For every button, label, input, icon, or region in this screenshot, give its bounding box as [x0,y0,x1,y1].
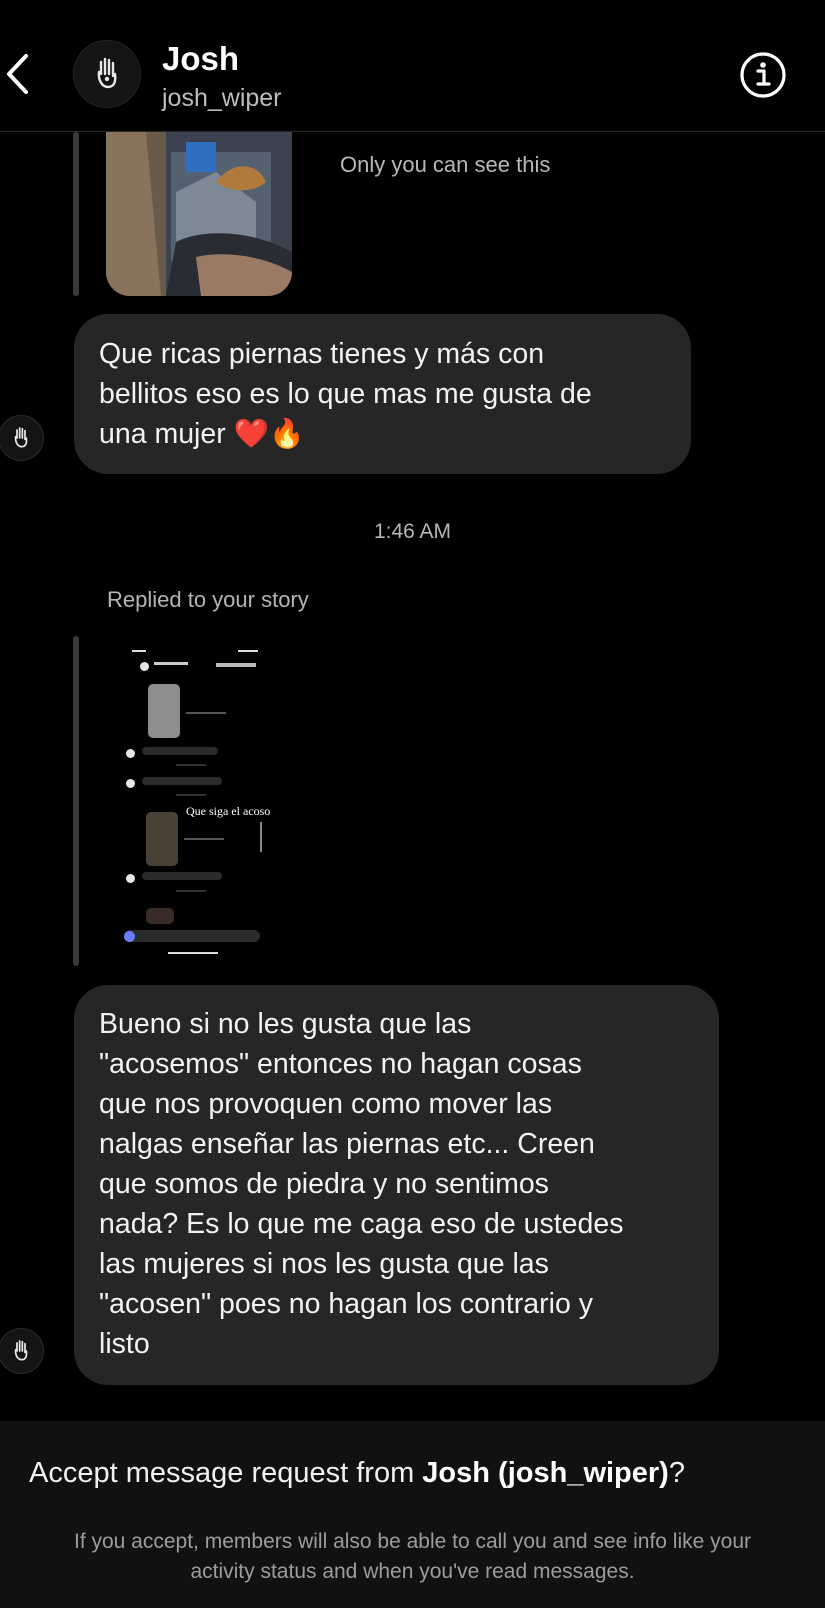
mini-status-bar [132,650,146,652]
mini-dot [126,779,135,788]
sender-avatar[interactable] [0,1328,44,1374]
contact-name[interactable]: Josh [162,40,239,78]
chat-header: Josh josh_wiper [0,0,825,132]
mini-header-name [154,662,188,665]
hand-sketch-avatar-icon [14,427,28,448]
contact-username[interactable]: josh_wiper [162,84,282,113]
timestamp: 1:46 AM [373,520,452,543]
accept-request-prompt: Accept message request from Josh (josh_w… [29,1457,685,1490]
chevron-left-icon [7,54,28,94]
mini-message [142,747,218,755]
back-button[interactable] [0,50,36,98]
story-caption: Que siga el acoso [186,804,271,818]
mini-caption [186,712,226,714]
story-photo [106,132,292,296]
avatar[interactable] [73,40,141,108]
mini-story-image [148,684,180,738]
mini-message [142,777,222,785]
mini-camera [124,931,135,942]
reply-indicator-bar [73,132,79,296]
message-bubble[interactable]: Bueno si no les gusta que las "acosemos"… [74,985,719,1385]
mini-status-bar [238,650,258,652]
info-button[interactable] [738,50,788,100]
message-text: Que ricas piernas tienes y más con belli… [99,338,592,450]
mini-cursor [260,822,262,852]
mini-dot [126,874,135,883]
mini-input [124,930,260,942]
mini-home-indicator [168,952,218,954]
replied-to-story-label: Replied to your story [107,587,309,612]
message-text: Bueno si no les gusta que las "acosemos"… [99,1008,624,1360]
mini-caption [184,838,224,840]
reply-indicator-bar [73,636,79,966]
hand-sketch-avatar-icon [14,1340,28,1361]
mini-timestamp [176,794,206,796]
mini-dot [126,749,135,758]
accept-requester-name: Josh (josh_wiper) [422,1457,669,1489]
accept-prefix: Accept message request from [29,1457,423,1489]
mini-story-image [146,908,174,924]
sender-avatar[interactable] [0,415,44,461]
mini-header-icons [216,663,256,667]
accept-info-note: If you accept, members will also be able… [73,1530,751,1583]
story-thumbnail[interactable] [106,132,292,296]
dm-thread-screen: Josh josh_wiper Only you can see this Qu… [0,0,825,1608]
mini-timestamp [176,890,206,892]
mini-message [142,872,222,880]
message-request-footer: Accept message request from Josh (josh_w… [0,1421,825,1608]
mini-avatar [140,662,149,671]
hand-sketch-avatar-icon [97,57,117,89]
mini-story-image [146,812,178,866]
story-screenshot-thumbnail[interactable]: Que siga el acoso [118,640,288,960]
info-circle-icon [740,52,786,98]
accept-suffix: ? [668,1457,685,1489]
message-bubble[interactable]: Que ricas piernas tienes y más con belli… [74,314,691,474]
only-you-label: Only you can see this [340,152,551,177]
mini-timestamp [176,764,206,766]
